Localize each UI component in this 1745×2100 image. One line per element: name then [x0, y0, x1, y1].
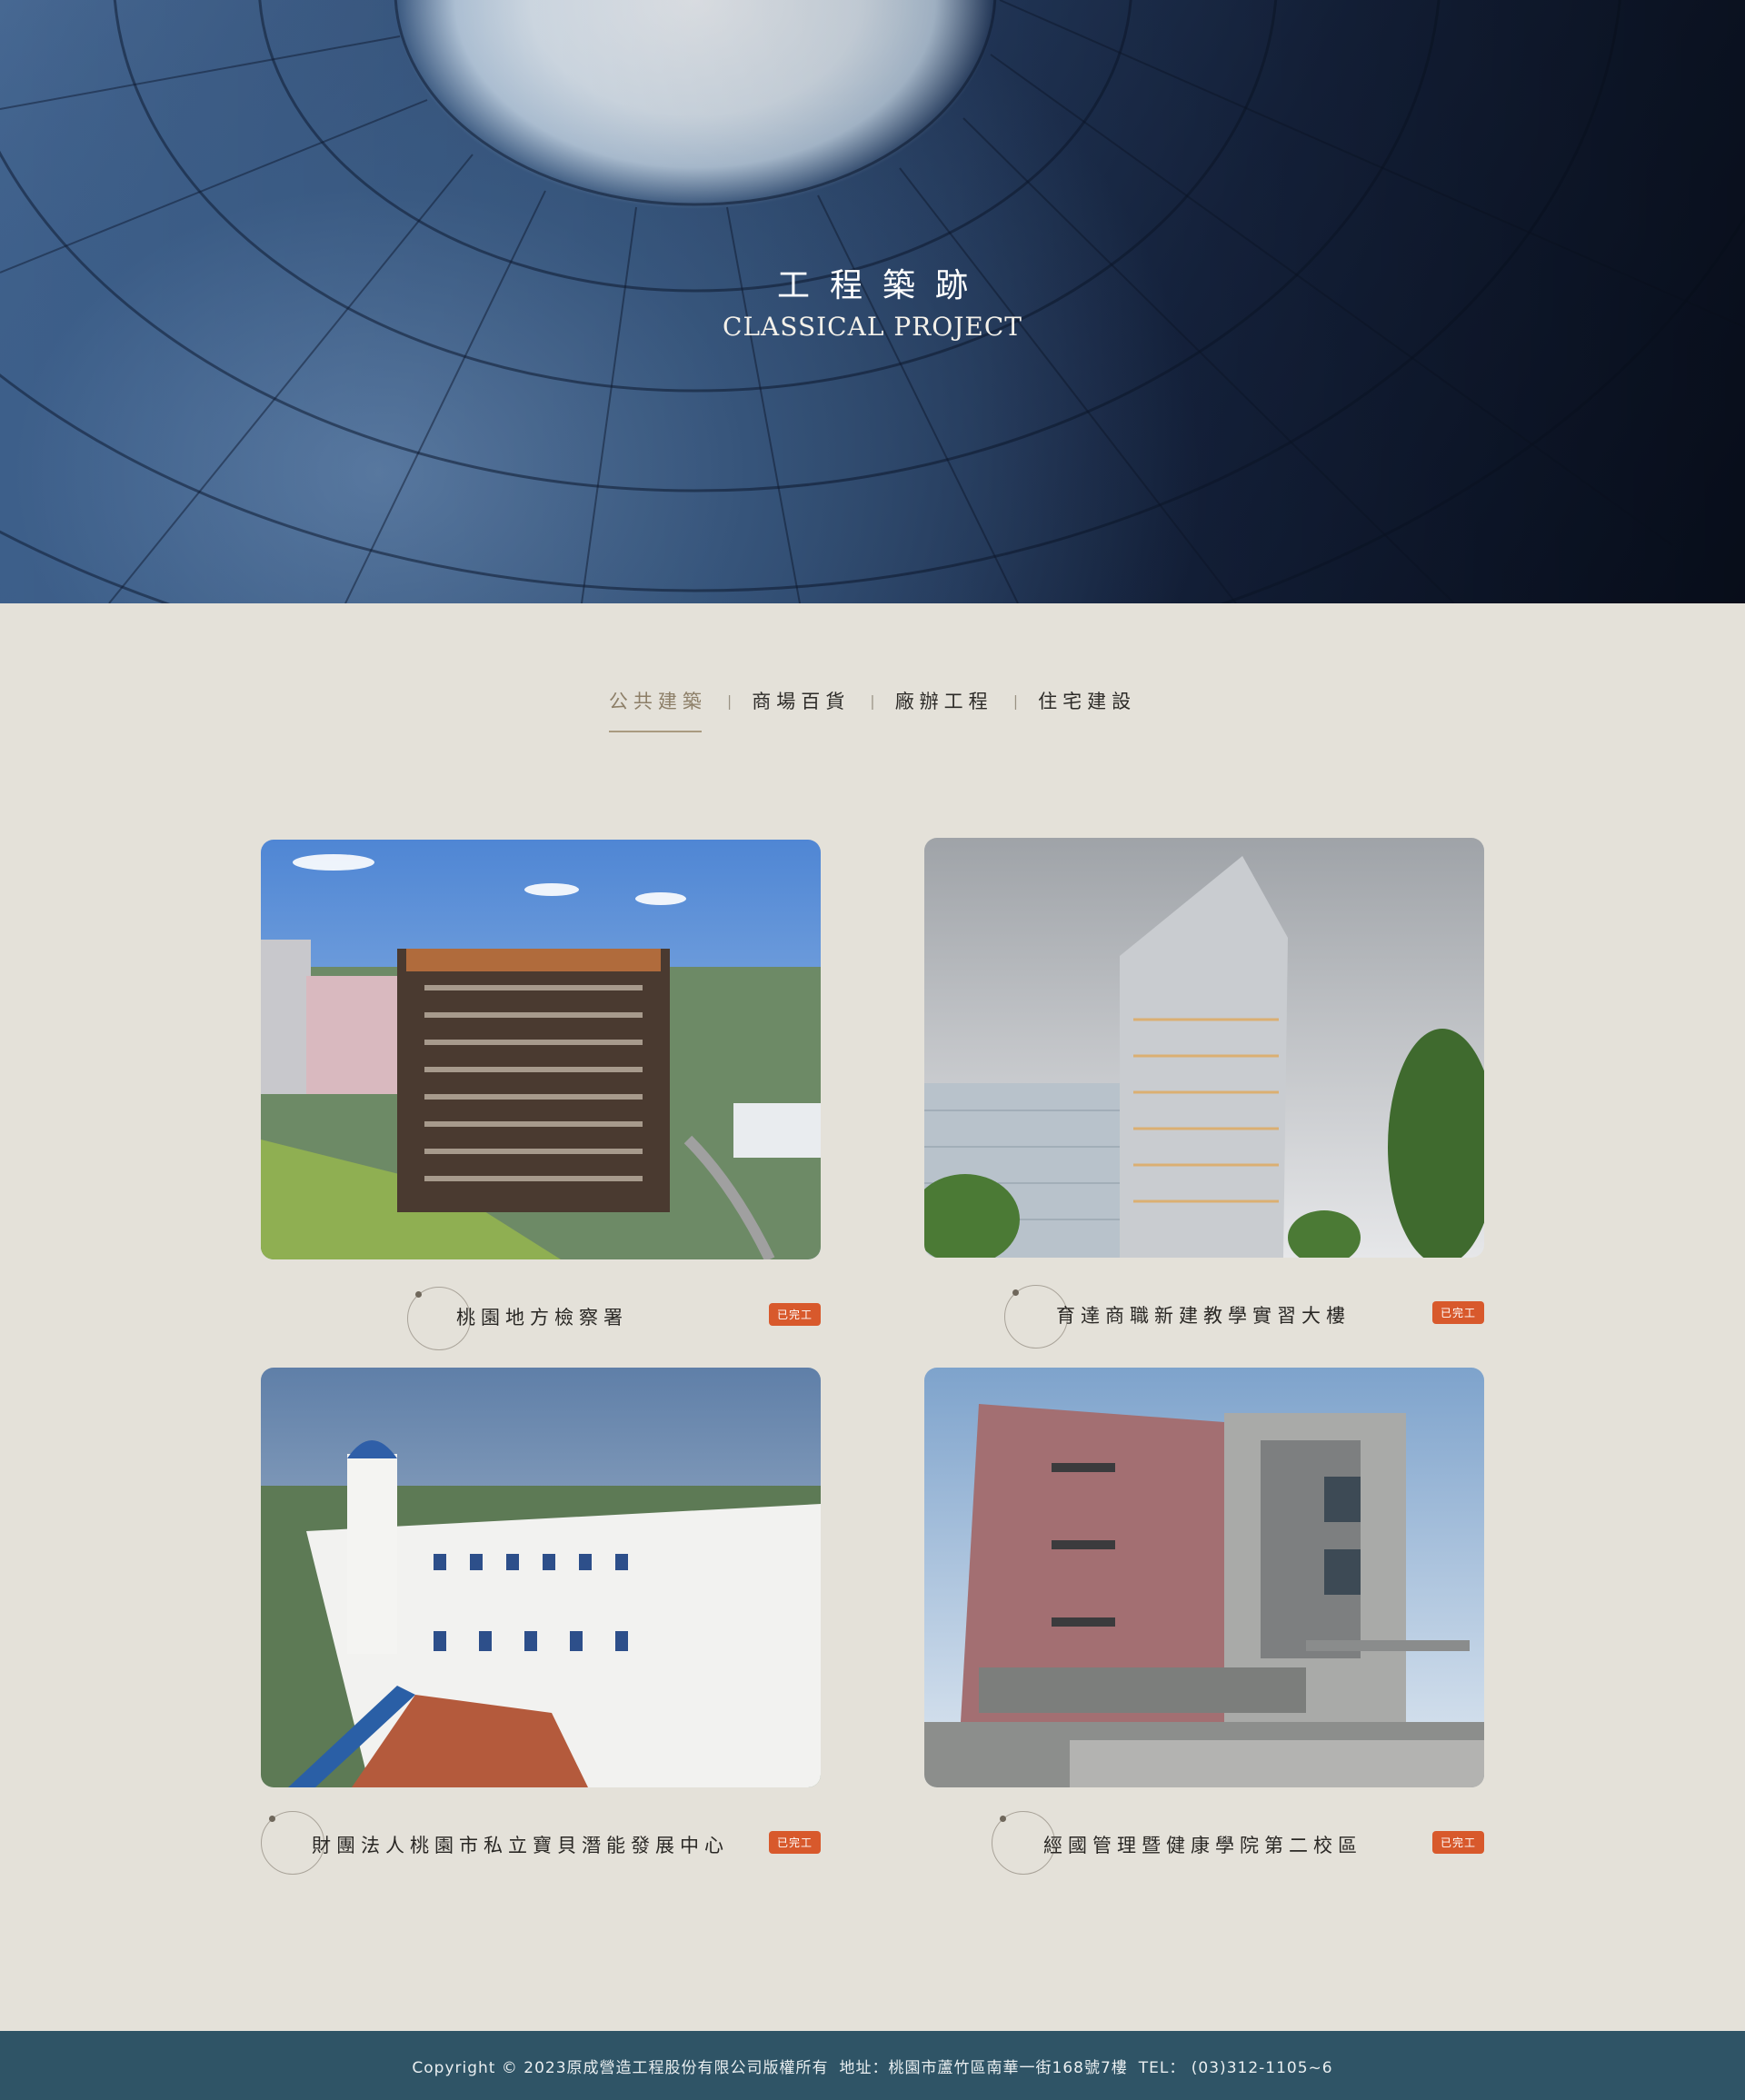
hero-title: 工程築跡 — [776, 267, 988, 304]
project-card[interactable]: 桃園地方檢察署 已完工 — [261, 840, 821, 1350]
tab-factory-office[interactable]: 廠辦工程 — [886, 687, 1002, 714]
project-title[interactable]: 經國管理暨健康學院第二校區 — [1043, 1831, 1362, 1858]
footer: Copyright © 2023原成營造工程股份有限公司版權所有 地址：桃園市蘆… — [0, 2031, 1745, 2100]
project-title[interactable]: 桃園地方檢察署 — [456, 1303, 628, 1330]
project-title[interactable]: 財團法人桃園市私立寶貝潛能發展中心 — [312, 1831, 729, 1858]
tab-public-building[interactable]: 公共建築 — [600, 687, 716, 732]
hero-banner: 工程築跡 CLASSICAL PROJECT — [0, 0, 1745, 603]
hero-subtitle: CLASSICAL PROJECT — [723, 312, 1022, 342]
project-photo[interactable] — [924, 1368, 1484, 1787]
project-title[interactable]: 育達商職新建教學實習大樓 — [1056, 1301, 1351, 1329]
footer-copyright: Copyright © 2023原成營造工程股份有限公司版權所有 — [412, 2058, 829, 2077]
tab-residential[interactable]: 住宅建設 — [1029, 687, 1145, 714]
footer-tel: TEL： (03)312-1105~6 — [1138, 2058, 1333, 2077]
tab-shopping-mall[interactable]: 商場百貨 — [743, 687, 859, 714]
status-badge: 已完工 — [768, 1303, 821, 1326]
status-badge: 已完工 — [1431, 1301, 1484, 1324]
project-card[interactable]: 育達商職新建教學實習大樓 已完工 — [924, 838, 1484, 1349]
project-photo[interactable] — [261, 1368, 821, 1787]
footer-address: 地址：桃園市蘆竹區南華一街168號7樓 — [839, 2058, 1128, 2077]
project-photo[interactable] — [924, 838, 1484, 1258]
category-tabs: 公共建築 | 商場百貨 | 廠辦工程 | 住宅建設 — [0, 687, 1745, 732]
status-badge: 已完工 — [1431, 1831, 1484, 1854]
project-card[interactable]: 財團法人桃園市私立寶貝潛能發展中心 已完工 — [261, 1368, 821, 1875]
tab-separator: | — [726, 692, 733, 710]
project-card[interactable]: 經國管理暨健康學院第二校區 已完工 — [924, 1368, 1484, 1875]
status-badge: 已完工 — [768, 1831, 821, 1854]
tab-separator: | — [1012, 692, 1019, 710]
project-photo[interactable] — [261, 840, 821, 1259]
tab-separator: | — [870, 692, 875, 710]
